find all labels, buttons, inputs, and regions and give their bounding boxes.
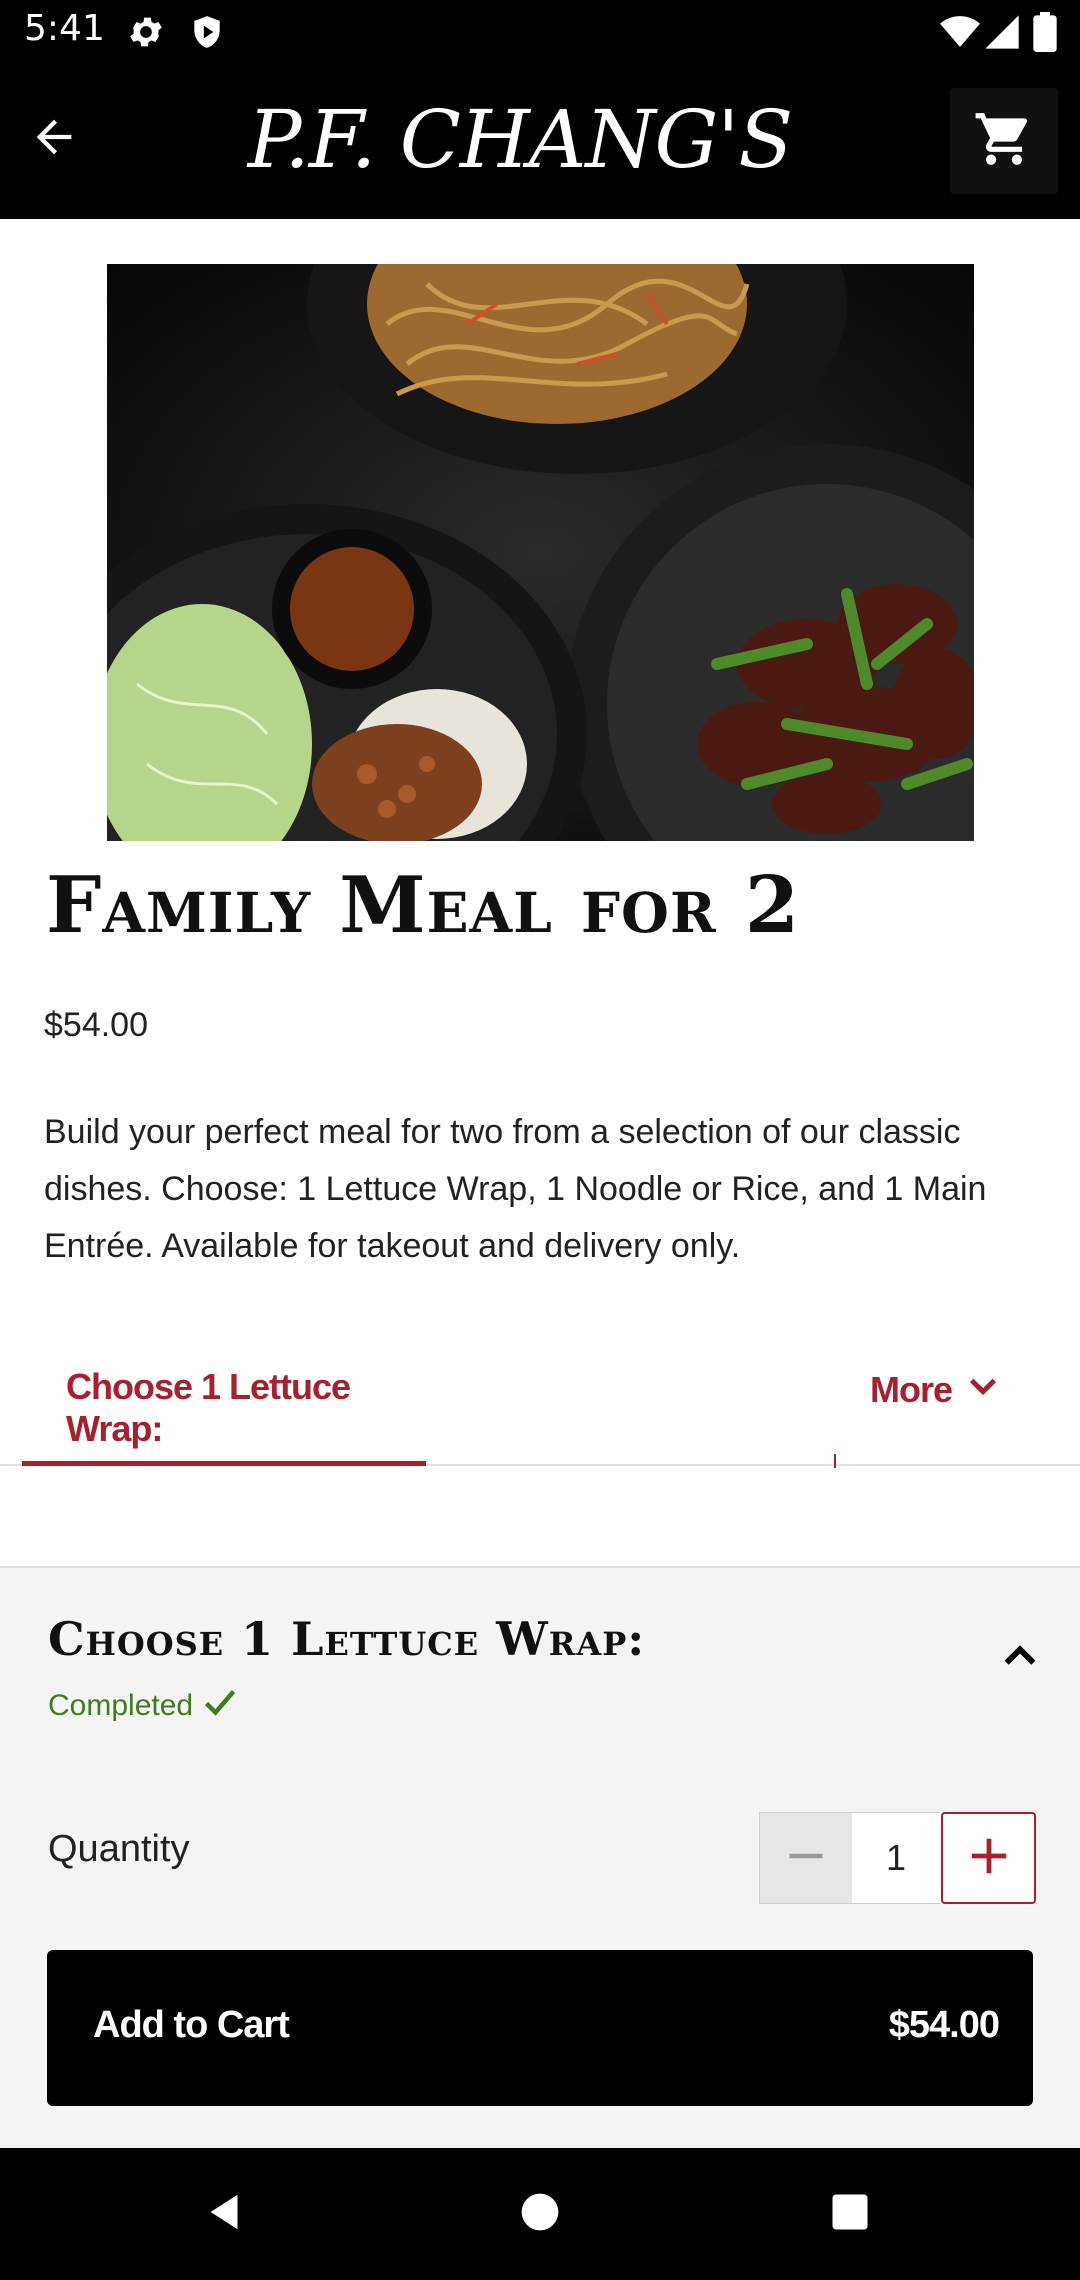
nav-back-button[interactable]	[190, 2178, 262, 2250]
wifi-icon	[938, 12, 982, 56]
system-nav-bar	[0, 2148, 1080, 2280]
lettuce-wrap-section-header[interactable]: Choose 1 Lettuce Wrap: Completed	[0, 1566, 1080, 1770]
chevron-up-icon	[1000, 1636, 1040, 1681]
triangle-back-icon	[203, 2189, 249, 2240]
square-recents-icon	[829, 2191, 871, 2238]
add-to-cart-label: Add to Cart	[93, 2004, 290, 2046]
back-button[interactable]	[14, 104, 94, 174]
signal-icon	[982, 12, 1022, 56]
more-label: More	[870, 1369, 953, 1410]
tab-underline	[22, 1461, 426, 1466]
plus-icon	[966, 1833, 1012, 1884]
item-price: $54.00	[44, 1006, 148, 1044]
tab-divider	[834, 1454, 836, 1468]
circle-home-icon	[518, 2190, 562, 2239]
status-bar: 5:41	[0, 0, 1080, 64]
increase-quantity-button[interactable]	[941, 1812, 1036, 1904]
nav-recents-button[interactable]	[814, 2178, 886, 2250]
shield-play-icon	[188, 12, 226, 56]
tab-label: Choose 1 Lettuce Wrap:	[66, 1366, 351, 1449]
item-description: Build your perfect meal for two from a s…	[44, 1113, 987, 1265]
settings-icon	[126, 12, 166, 56]
meal-photo	[107, 264, 974, 841]
add-to-cart-total: $54.00	[888, 2004, 1000, 2046]
completed-label: Completed	[48, 1689, 194, 1722]
quantity-stepper: 1	[759, 1812, 1036, 1904]
order-panel: Quantity 1 Add to Cart $54.00	[0, 1768, 1080, 2148]
quantity-label: Quantity	[48, 1828, 190, 1870]
minus-icon	[784, 1834, 828, 1883]
app-bar: P.F. CHANG'S	[0, 64, 1080, 219]
collapse-section-button[interactable]	[980, 1618, 1060, 1698]
status-time: 5:41	[24, 8, 105, 49]
decrease-quantity-button[interactable]	[759, 1812, 853, 1904]
cart-button[interactable]	[950, 88, 1058, 194]
cart-icon	[973, 108, 1035, 175]
back-arrow-icon	[23, 111, 85, 168]
quantity-value[interactable]: 1	[852, 1812, 940, 1904]
option-tabs: Choose 1 Lettuce Wrap: More	[0, 1330, 1080, 1468]
section-title: Choose 1 Lettuce Wrap:	[48, 1612, 646, 1666]
nav-home-button[interactable]	[504, 2178, 576, 2250]
more-tabs-button[interactable]: More	[870, 1360, 1000, 1420]
checkmark-icon	[199, 1684, 241, 1728]
chevron-down-icon	[966, 1369, 1000, 1412]
brand-logo: P.F. CHANG'S	[247, 93, 793, 186]
completion-status: Completed	[48, 1684, 241, 1728]
item-title: Family Meal for 2	[46, 860, 801, 951]
add-to-cart-button[interactable]: Add to Cart $54.00	[47, 1950, 1033, 2106]
tab-lettuce-wrap[interactable]: Choose 1 Lettuce Wrap:	[22, 1330, 426, 1466]
battery-icon	[1032, 12, 1058, 56]
